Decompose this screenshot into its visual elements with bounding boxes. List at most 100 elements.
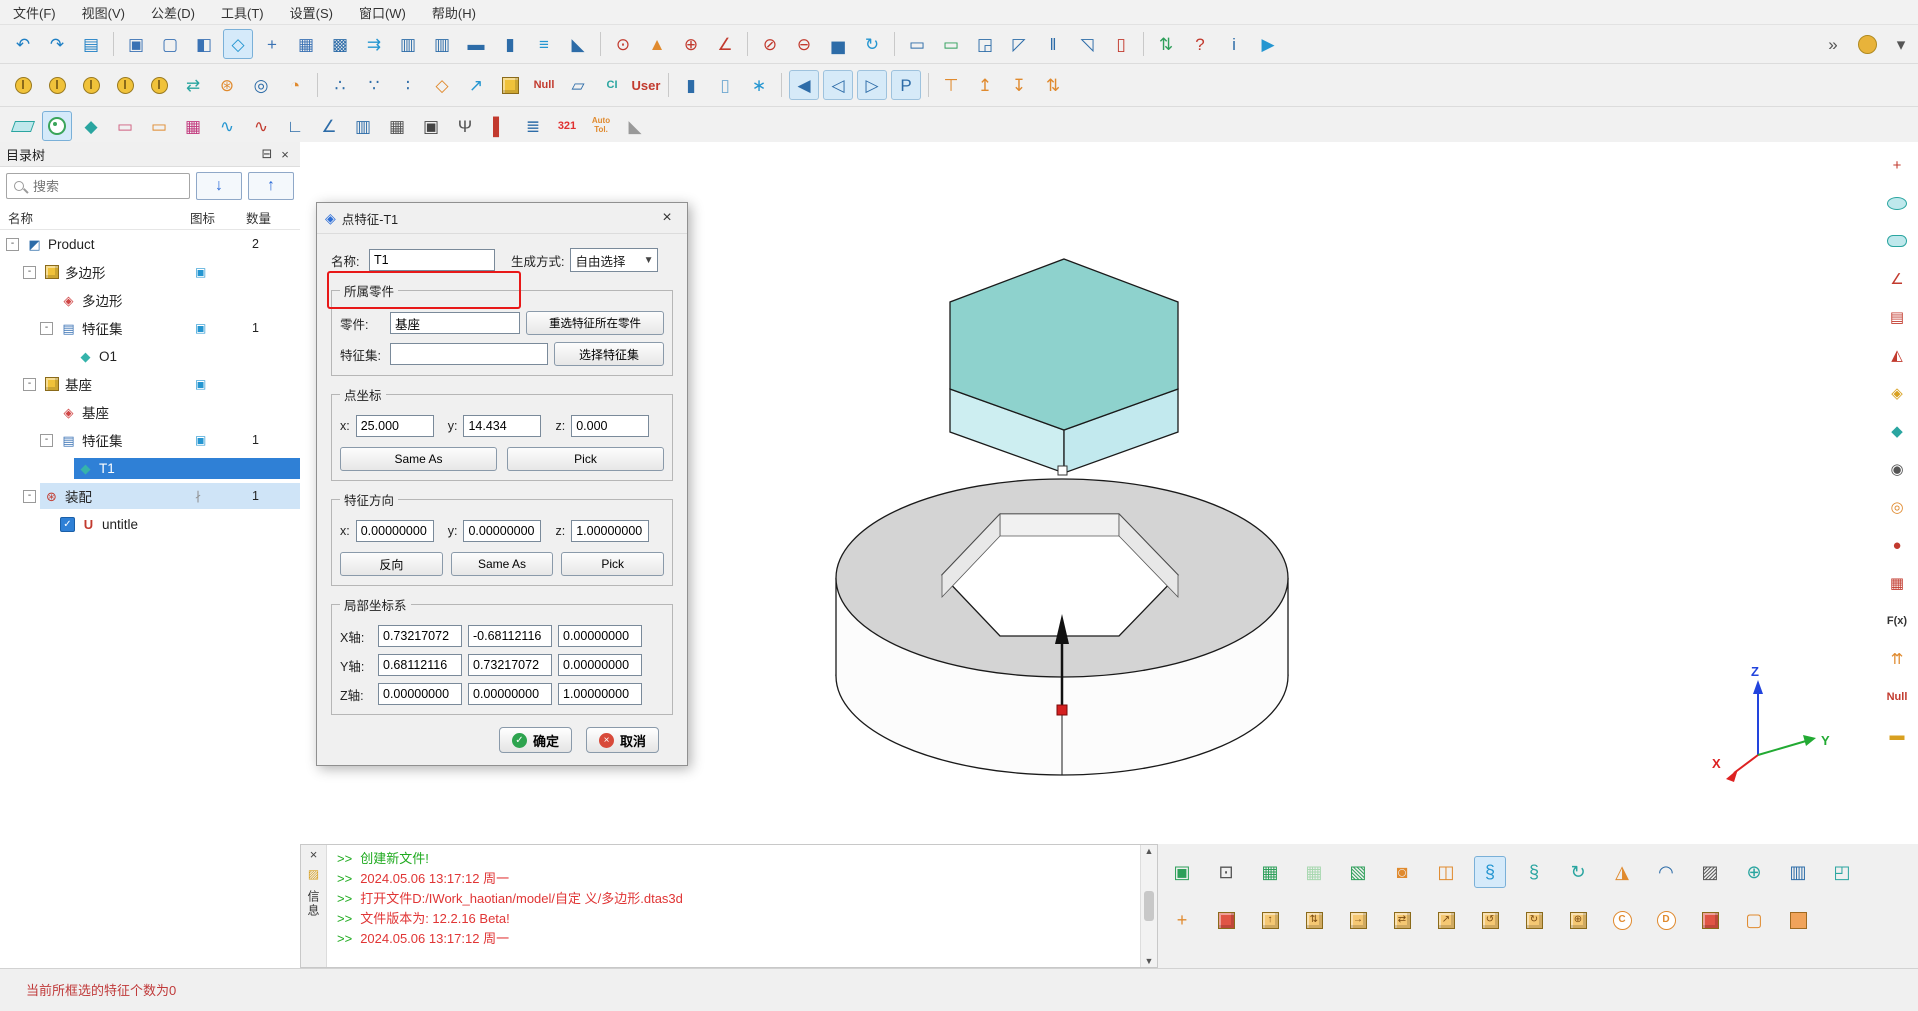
rotate-c-icon[interactable]: C bbox=[1606, 904, 1638, 936]
tree-item-基座[interactable]: -基座▣ bbox=[0, 370, 300, 398]
n-frame-icon[interactable]: ◰ bbox=[1826, 856, 1858, 888]
point-cloud-icon[interactable]: ∴ bbox=[325, 70, 355, 100]
tree-item-多边形[interactable]: -多边形▣ bbox=[0, 258, 300, 286]
frame-swap-icon[interactable]: ⇄ bbox=[1386, 904, 1418, 936]
dual-display-icon[interactable]: ▣ bbox=[1166, 856, 1198, 888]
plugin-dropdown-icon[interactable]: ⇅ bbox=[1151, 29, 1181, 59]
direction-same-as-button[interactable]: Same As bbox=[451, 552, 554, 576]
tree-item-O1[interactable]: ◆O1 bbox=[0, 342, 300, 370]
dir-x-input[interactable] bbox=[356, 520, 434, 542]
panel-array-icon[interactable]: ▩ bbox=[325, 29, 355, 59]
record-dot-icon[interactable]: ● bbox=[1882, 530, 1912, 560]
box-solid-red-icon[interactable] bbox=[1694, 904, 1726, 936]
nav-prev-icon[interactable]: ◁ bbox=[823, 70, 853, 100]
null-feature-icon[interactable]: Null bbox=[529, 70, 559, 100]
tree-expander-icon[interactable]: - bbox=[23, 266, 36, 279]
lcs-z2-input[interactable] bbox=[468, 683, 552, 705]
dialog-title-bar[interactable]: ◈ 点特征-T1 × bbox=[317, 203, 687, 234]
pick-probe-icon[interactable]: + bbox=[257, 29, 287, 59]
grid-on-icon[interactable]: ▦ bbox=[1254, 856, 1286, 888]
strata-lines-icon[interactable]: ≣ bbox=[518, 111, 548, 141]
clip-icon[interactable]: § bbox=[1518, 856, 1550, 888]
gallery-icon[interactable]: ▦ bbox=[178, 111, 208, 141]
dock-panel-icon[interactable]: ⊟ bbox=[258, 146, 276, 162]
ci-feature-icon[interactable]: CI bbox=[597, 70, 627, 100]
part-input[interactable] bbox=[390, 312, 520, 334]
stack-feature-icon[interactable]: ▤ bbox=[1882, 302, 1912, 332]
face-cube-icon[interactable]: ◧ bbox=[189, 29, 219, 59]
lcs-z1-input[interactable] bbox=[378, 683, 462, 705]
angle-measure-icon[interactable]: ∠ bbox=[710, 29, 740, 59]
solid-box-icon[interactable] bbox=[495, 70, 525, 100]
fastener-b-icon[interactable] bbox=[42, 70, 72, 100]
direction-pick-button[interactable]: Pick bbox=[561, 552, 664, 576]
dir-y-input[interactable] bbox=[463, 520, 541, 542]
ok-button[interactable]: ✓ 确定 bbox=[499, 727, 572, 753]
frame-rot-cw-icon[interactable]: ↻ bbox=[1518, 904, 1550, 936]
frame-up-icon[interactable]: ↑ bbox=[1254, 904, 1286, 936]
spline-red-icon[interactable]: ∿ bbox=[246, 111, 276, 141]
nav-page-icon[interactable]: P bbox=[891, 70, 921, 100]
datum-label-icon[interactable]: ◭ bbox=[1882, 340, 1912, 370]
info-icon[interactable]: i bbox=[1219, 29, 1249, 59]
slot-feature-icon[interactable] bbox=[1882, 226, 1912, 256]
function-fx-icon[interactable]: F(x) bbox=[1882, 606, 1912, 636]
menu-item[interactable]: 文件(F) bbox=[0, 0, 69, 24]
dir-z-input[interactable] bbox=[571, 520, 649, 542]
select-feature-set-button[interactable]: 选择特征集 bbox=[554, 342, 664, 366]
datum-cube-icon[interactable]: ▣ bbox=[121, 29, 151, 59]
tree-item-装配[interactable]: -⊛装配∤1 bbox=[0, 482, 300, 510]
wire-cube-icon[interactable]: ▢ bbox=[155, 29, 185, 59]
frame-updown-icon[interactable]: ⇅ bbox=[1298, 904, 1330, 936]
caliper-icon[interactable]: Ψ bbox=[450, 111, 480, 141]
wedge-icon[interactable]: ◣ bbox=[563, 29, 593, 59]
press-fit-icon[interactable]: ⊤ bbox=[936, 70, 966, 100]
gen-mode-select[interactable]: 自由选择 ▼ bbox=[570, 248, 658, 272]
teal-diamond-icon[interactable]: ◆ bbox=[1882, 416, 1912, 446]
tree-item-Product[interactable]: -◩Product2 bbox=[0, 230, 300, 258]
pin-pair-icon[interactable]: ⇈ bbox=[1882, 644, 1912, 674]
auto-tol-icon[interactable]: Auto Tol. bbox=[586, 111, 616, 141]
run-icon[interactable]: ▶ bbox=[1253, 29, 1283, 59]
frame-tower-2-icon[interactable]: ▥ bbox=[427, 29, 457, 59]
lock-icon[interactable]: ◙ bbox=[1386, 856, 1418, 888]
frame-right-icon[interactable]: → bbox=[1342, 904, 1374, 936]
lcs-y3-input[interactable] bbox=[558, 654, 642, 676]
gem-icon[interactable]: ◆ bbox=[76, 111, 106, 141]
tree-item-基座[interactable]: ◈基座 bbox=[0, 398, 300, 426]
user-feature-icon[interactable]: User bbox=[631, 70, 661, 100]
account-menu-icon[interactable]: ▾ bbox=[1886, 29, 1916, 59]
point-z-input[interactable] bbox=[571, 415, 649, 437]
more-icon[interactable]: » bbox=[1818, 29, 1848, 59]
display-a-icon[interactable]: ▭ bbox=[902, 29, 932, 59]
search-down-button[interactable]: ↓ bbox=[196, 172, 242, 200]
lcs-x2-input[interactable] bbox=[468, 625, 552, 647]
lcs-y2-input[interactable] bbox=[468, 654, 552, 676]
search-input[interactable] bbox=[6, 173, 190, 199]
menu-item[interactable]: 帮助(H) bbox=[419, 0, 489, 24]
dialog-close-icon[interactable]: × bbox=[655, 207, 679, 229]
rotate-d-icon[interactable]: D bbox=[1650, 904, 1682, 936]
hatch-icon[interactable]: ▨ bbox=[1694, 856, 1726, 888]
cylinder-hollow-icon[interactable]: ▯ bbox=[710, 70, 740, 100]
disable-feature-icon[interactable]: ⊘ bbox=[755, 29, 785, 59]
prism-handle[interactable] bbox=[1058, 466, 1067, 475]
menu-item[interactable]: 窗口(W) bbox=[346, 0, 419, 24]
menu-item[interactable]: 工具(T) bbox=[208, 0, 277, 24]
compass-icon[interactable]: ◔ bbox=[280, 70, 310, 100]
tree-item-untitle[interactable]: ✓Uuntitle bbox=[0, 510, 300, 538]
cylinder-solid-icon[interactable]: ▮ bbox=[676, 70, 706, 100]
move-cross-icon[interactable]: + bbox=[1166, 904, 1198, 936]
screen-orange-icon[interactable]: ▭ bbox=[144, 111, 174, 141]
resync-icon[interactable]: ↻ bbox=[857, 29, 887, 59]
log-clear-icon[interactable]: ▨ bbox=[308, 867, 319, 881]
protractor-icon[interactable]: ∠ bbox=[314, 111, 344, 141]
tree-item-T1[interactable]: ◆T1 bbox=[0, 454, 300, 482]
prism-icon[interactable]: ◮ bbox=[1606, 856, 1638, 888]
grid-pick-icon[interactable]: ▧ bbox=[1342, 856, 1374, 888]
histogram-icon[interactable]: ▅ bbox=[823, 29, 853, 59]
ellipse-feature-icon[interactable] bbox=[1882, 188, 1912, 218]
point-pair-icon[interactable]: ∶ bbox=[393, 70, 423, 100]
clip-active-icon[interactable]: § bbox=[1474, 856, 1506, 888]
draft-wedge-icon[interactable]: ◣ bbox=[620, 111, 650, 141]
